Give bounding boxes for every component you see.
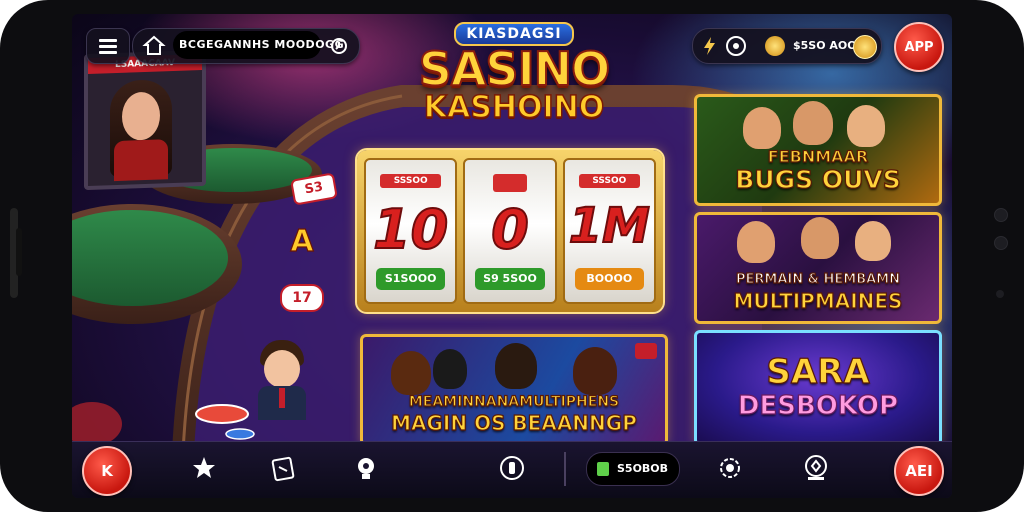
promo-banner-2[interactable]: PERMAIN & HEMBAMN MULTIPMAINES: [694, 212, 942, 324]
game-screen: LSAAACAAV BCGEGANNHS MOODOGG $5SO AOO AP…: [72, 14, 952, 498]
banner1-person-3: [847, 105, 885, 147]
nav-item-star[interactable]: [186, 450, 222, 486]
reel-3-top-tag: SSSOO: [578, 174, 640, 188]
coins-display[interactable]: S5OBOB: [586, 452, 680, 486]
coin-icon: [765, 36, 785, 56]
support-icon: [805, 455, 827, 480]
reel-2-value: 0: [490, 197, 530, 262]
mascot-tie: [279, 388, 285, 408]
app-button[interactable]: APP: [894, 22, 944, 72]
wheel-icon: [726, 36, 746, 56]
bottom-nav-bar: K S5OBOB AEI: [72, 441, 952, 498]
app-button-label: APP: [904, 39, 934, 55]
promo-banner-1[interactable]: FEBNMAAR BUGS OUVS: [694, 94, 942, 206]
banner-right3-line2: DESBOKOP: [737, 391, 899, 421]
logo-main-text: SASINO: [418, 42, 612, 96]
banner-person-1: [391, 351, 431, 395]
clock-icon: [331, 38, 347, 54]
balance-amount: $5SO AOO: [793, 39, 857, 52]
banner-badge: [635, 343, 657, 359]
banner2-person-1: [737, 221, 775, 263]
search-text: BCGEGANNHS MOODOGG: [179, 38, 345, 51]
slot-machine[interactable]: SSSOO 10 S1SOOO 0 S9 5SOO SSSOO 1M BOOOO: [355, 148, 665, 314]
reel-3-value: 1M: [568, 197, 651, 255]
home-icon: [142, 35, 166, 55]
banner-right2-line2: MULTIPMAINES: [733, 289, 903, 313]
reel-1-value: 10: [372, 197, 449, 262]
chip-stack-icon: [358, 458, 374, 479]
chip-card-3: 17: [280, 284, 324, 312]
reel-3: SSSOO 1M BOOOO: [562, 158, 656, 304]
reel-2-bottom-tag: S9 5SOO: [475, 268, 545, 290]
home-nav-button[interactable]: K: [82, 446, 132, 496]
star-icon: [193, 457, 215, 478]
sensor-dot: [994, 236, 1008, 250]
banner-person-4: [573, 347, 617, 395]
cash-icon: [597, 462, 609, 476]
multiplayer-banner[interactable]: MEAMINNANAMULTIPHENS MAGIN OS BEAANNGP: [360, 334, 668, 446]
dealer-dress: [114, 139, 168, 182]
sensor-dot-2: [996, 290, 1004, 298]
reel-1-bottom-tag: S1SOOO: [376, 268, 446, 290]
banner-person-2: [433, 349, 467, 389]
cards-icon: [271, 456, 295, 482]
banner-center-line1: MEAMINNANAMULTIPHENS: [408, 394, 620, 410]
reel-2: 0 S9 5SOO: [463, 158, 557, 304]
game-logo: KIASDAGSI SASINO KASHOINO: [402, 18, 626, 142]
banner-right2-line1: PERMAIN & HEMBAMN: [735, 272, 900, 287]
reel-1: SSSOO 10 S1SOOO: [364, 158, 458, 304]
camera-dot: [994, 208, 1008, 222]
profile-nav-button[interactable]: AEI: [894, 446, 944, 496]
banner1-person-2: [793, 101, 833, 145]
search-bar[interactable]: BCGEGANNHS MOODOGG: [132, 28, 360, 64]
reel-3-bottom-tag: BOOOO: [574, 268, 644, 290]
nav-item-cards[interactable]: [266, 450, 302, 486]
nav-divider: [564, 452, 566, 486]
phone-device: LSAAACAAV BCGEGANNHS MOODOGG $5SO AOO AP…: [0, 0, 1024, 512]
bolt-icon: [704, 37, 715, 55]
nav-item-wallet[interactable]: [494, 450, 530, 486]
banner1-person-1: [743, 107, 781, 149]
nav-item-support[interactable]: [798, 450, 834, 486]
logo-sub-text: KASHOINO: [423, 90, 605, 125]
banner2-person-3: [855, 221, 891, 261]
balance-bar: $5SO AOO: [692, 28, 882, 64]
wallet-icon: [500, 456, 524, 480]
promo-banner-3[interactable]: SARA DESBOKOP: [694, 330, 942, 446]
banner-right1-line1: FEBNMAAR: [767, 147, 869, 166]
banner-right3-line1: SARA: [766, 352, 870, 392]
home-nav-label: K: [101, 462, 113, 480]
coins-text: S5OBOB: [617, 462, 669, 475]
mascot-character: [252, 340, 312, 420]
menu-button[interactable]: [86, 28, 130, 64]
chip-card-2: A: [290, 223, 314, 259]
gear-icon: [720, 458, 740, 478]
nav-item-settings[interactable]: [712, 450, 748, 486]
mascot-face: [264, 350, 300, 388]
banner-person-3: [495, 343, 537, 389]
profile-nav-label: AEI: [905, 462, 933, 480]
reel-1-top-tag: SSSOO: [380, 174, 442, 188]
menu-icon: [99, 39, 117, 54]
nav-item-chips[interactable]: [348, 450, 384, 486]
banner2-person-2: [801, 217, 839, 259]
phone-side-button-inner: [16, 228, 22, 276]
banner-right1-line2: BUGS OUVS: [735, 165, 902, 194]
reel-2-top-tag: [493, 174, 527, 192]
banner-center-line2: MAGIN OS BEAANNGP: [391, 411, 638, 435]
slot-reels: SSSOO 10 S1SOOO 0 S9 5SOO SSSOO 1M BOOOO: [364, 158, 656, 304]
add-coins-icon[interactable]: [853, 35, 877, 59]
